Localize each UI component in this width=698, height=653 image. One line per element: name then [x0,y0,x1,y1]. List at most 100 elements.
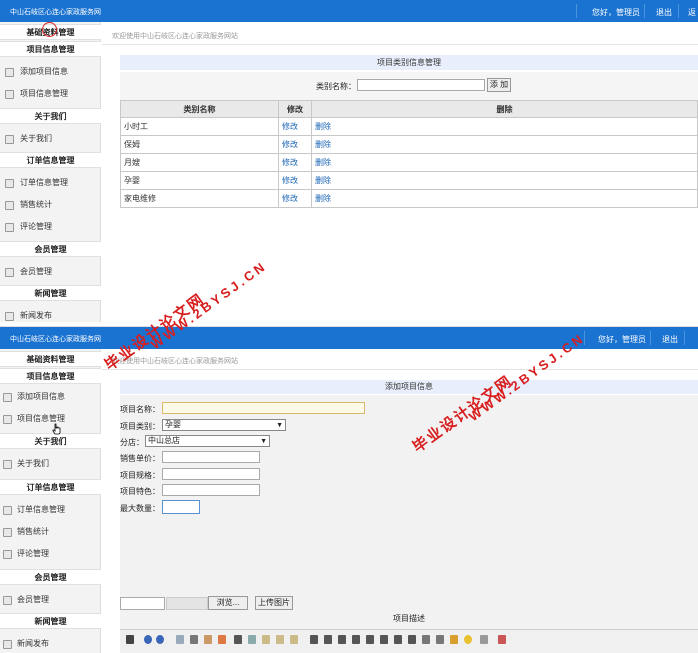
paste-icon[interactable] [262,635,270,644]
sidebar-item-comments[interactable]: 评论管理 [0,544,101,564]
extra-link[interactable]: 返 [688,7,696,18]
sidebar-item-sales[interactable]: 销售统计 [0,195,101,215]
logout-link[interactable]: 退出 [656,7,672,18]
sidebar-section-about[interactable]: 关于我们 [0,108,101,124]
print-icon[interactable] [190,635,198,644]
edit-link[interactable]: 修改 [282,176,298,185]
column-header: 类别名称 [120,100,279,118]
delete-link[interactable]: 删除 [315,140,331,149]
site-title: 中山石岐区心连心家政服务网 [10,336,101,343]
table-row: 月嫂 修改 删除 [120,153,698,172]
add-button[interactable]: 添 加 [487,78,511,92]
top-bar: 中山石岐区心连心家政服务网 您好，管理员 退出 [0,327,698,349]
browse-button[interactable]: 浏览... [208,596,248,610]
column-header: 删除 [311,100,698,118]
sidebar-section-about[interactable]: 关于我们 [0,433,101,449]
subscript-icon[interactable] [422,635,430,644]
edit-link[interactable]: 修改 [282,140,298,149]
edit-link[interactable]: 修改 [282,194,298,203]
sidebar-section-news[interactable]: 新闻管理 [0,613,101,629]
cursor-icon[interactable] [480,635,488,644]
edit-link[interactable]: 修改 [282,122,298,131]
max-quantity-input[interactable] [162,500,200,514]
ordered-list-icon[interactable] [366,635,374,644]
sidebar-section-order[interactable]: 订单信息管理 [0,479,101,495]
delete-link[interactable]: 删除 [315,122,331,131]
sidebar-item-order-manage[interactable]: 订单信息管理 [0,500,101,520]
align-center-icon[interactable] [324,635,332,644]
category-name-input[interactable] [357,79,485,91]
sidebar-section-project[interactable]: 项目信息管理 [0,41,101,57]
category-name-label: 类别名称： [316,82,356,91]
sidebar-section-project[interactable]: 项目信息管理 [0,368,101,384]
file-path-input[interactable] [120,597,165,610]
max-quantity-label: 最大数量： [120,504,160,513]
unordered-list-icon[interactable] [380,635,388,644]
select-all-icon[interactable] [464,635,472,644]
top-bar: 中山石岐区心连心家政服务网 您好，管理员 退出 返 [0,0,698,22]
spec-input[interactable] [162,468,260,480]
item-icon [5,135,14,144]
delete-link[interactable]: 删除 [315,194,331,203]
code-icon[interactable] [218,635,226,644]
editor-toolbar [120,629,698,653]
store-select[interactable]: 中山总店 ▼ [145,435,270,447]
redo-icon[interactable] [156,635,164,644]
sidebar-item-comments[interactable]: 评论管理 [0,217,101,237]
sidebar-item-news[interactable]: 新闻发布 [0,634,101,653]
price-label: 销售单价： [120,454,160,463]
logout-link[interactable]: 退出 [662,334,678,345]
sidebar-item-order-manage[interactable]: 订单信息管理 [0,173,101,193]
copy-icon[interactable] [248,635,256,644]
outdent-icon[interactable] [408,635,416,644]
item-icon [5,90,14,99]
sidebar-item-add-project[interactable]: 添加项目信息 [0,62,101,82]
undo-icon[interactable] [144,635,152,644]
upload-image-button[interactable]: 上传图片 [255,596,293,610]
sidebar-section-member[interactable]: 会员管理 [0,241,101,257]
sidebar-section-order[interactable]: 订单信息管理 [0,152,101,168]
price-input[interactable] [162,451,260,463]
chevron-down-icon: ▼ [260,438,267,445]
sidebar-item-project-manage[interactable]: 项目信息管理 [0,84,101,104]
indent-icon[interactable] [394,635,402,644]
sidebar-section-member[interactable]: 会员管理 [0,569,101,585]
cut-icon[interactable] [234,635,242,644]
preview-icon[interactable] [176,635,184,644]
sidebar-item-news[interactable]: 新闻发布 [0,306,101,322]
table-row: 家电维修 修改 删除 [120,189,698,208]
paste-text-icon[interactable] [276,635,284,644]
chevron-down-icon: ▼ [276,422,283,429]
template-icon[interactable] [204,635,212,644]
fullscreen-icon[interactable] [498,635,506,644]
store-label: 分店： [120,438,144,447]
delete-link[interactable]: 删除 [315,158,331,167]
sidebar-item-member[interactable]: 会员管理 [0,590,101,610]
paste-word-icon[interactable] [290,635,298,644]
sidebar-section-basic[interactable]: 基础资料管理 [0,351,101,367]
align-left-icon[interactable] [310,635,318,644]
feature-input[interactable] [162,484,260,496]
item-icon [3,640,12,649]
clear-format-icon[interactable] [450,635,458,644]
sidebar-item-about[interactable]: 关于我们 [0,129,101,149]
item-icon [3,506,12,515]
item-icon [3,528,12,537]
edit-link[interactable]: 修改 [282,158,298,167]
sidebar-section-news[interactable]: 新闻管理 [0,285,101,301]
source-icon[interactable] [126,635,134,644]
align-right-icon[interactable] [338,635,346,644]
sidebar-item-project-manage[interactable]: 项目信息管理 [0,409,101,429]
superscript-icon[interactable] [436,635,444,644]
project-name-input[interactable] [162,402,365,414]
delete-link[interactable]: 删除 [315,176,331,185]
align-justify-icon[interactable] [352,635,360,644]
item-icon [5,223,14,232]
sidebar-item-sales[interactable]: 销售统计 [0,522,101,542]
page-title: 添加项目信息 [120,380,698,394]
sidebar-item-about[interactable]: 关于我们 [0,454,101,474]
sidebar-item-add-project[interactable]: 添加项目信息 [0,387,101,407]
sidebar-item-member[interactable]: 会员管理 [0,262,101,282]
greeting: 您好，管理员 [598,335,646,344]
project-type-select[interactable]: 孕婴 ▼ [162,419,286,431]
